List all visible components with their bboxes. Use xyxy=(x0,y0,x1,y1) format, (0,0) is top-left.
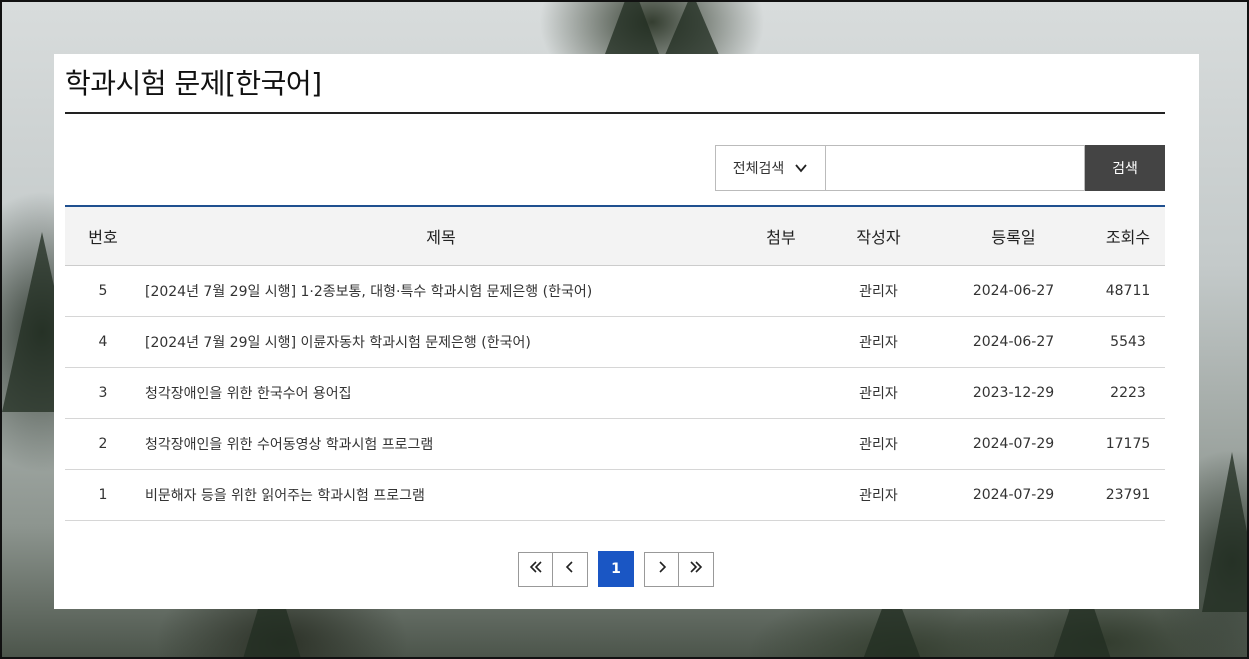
search-scope-label: 전체검색 xyxy=(732,161,785,177)
row-views: 5543 xyxy=(1091,316,1165,368)
header-views: 조회수 xyxy=(1091,206,1165,266)
row-views: 23791 xyxy=(1091,469,1165,521)
next-page-icon xyxy=(654,559,670,579)
row-date: 2023-12-29 xyxy=(936,367,1091,419)
last-page-button[interactable] xyxy=(679,551,714,587)
prev-page-icon xyxy=(562,559,578,579)
row-date: 2024-07-29 xyxy=(936,469,1091,521)
pagination: 1 xyxy=(518,551,714,587)
row-attach xyxy=(741,316,821,368)
prev-page-button[interactable] xyxy=(553,551,588,587)
header-no: 번호 xyxy=(65,206,141,266)
row-writer: 관리자 xyxy=(821,469,936,521)
row-no: 2 xyxy=(65,418,141,470)
post-table: 번호 제목 첨부 작성자 등록일 조회수 5 [2024년 7월 29일 시행]… xyxy=(65,205,1165,521)
next-page-button[interactable] xyxy=(644,551,679,587)
table-header-row: 번호 제목 첨부 작성자 등록일 조회수 xyxy=(65,206,1165,266)
table-row[interactable]: 5 [2024년 7월 29일 시행] 1·2종보통, 대형·특수 학과시험 문… xyxy=(65,265,1165,317)
tree-decoration xyxy=(1202,452,1247,612)
row-attach xyxy=(741,469,821,521)
header-writer: 작성자 xyxy=(821,206,936,266)
header-date: 등록일 xyxy=(936,206,1091,266)
table-row[interactable]: 3 청각장애인을 위한 한국수어 용어집 관리자 2023-12-29 2223 xyxy=(65,367,1165,419)
row-views: 48711 xyxy=(1091,265,1165,317)
row-date: 2024-07-29 xyxy=(936,418,1091,470)
tree-decoration xyxy=(662,2,722,62)
tree-decoration xyxy=(602,2,662,62)
row-no: 5 xyxy=(65,265,141,317)
row-attach xyxy=(741,367,821,419)
row-subject-link[interactable]: [2024년 7월 29일 시행] 이륜자동차 학과시험 문제은행 (한국어) xyxy=(141,316,741,368)
chevron-down-icon xyxy=(794,161,808,175)
row-writer: 관리자 xyxy=(821,316,936,368)
table-row[interactable]: 2 청각장애인을 위한 수어동영상 학과시험 프로그램 관리자 2024-07-… xyxy=(65,418,1165,470)
row-writer: 관리자 xyxy=(821,265,936,317)
row-attach xyxy=(741,418,821,470)
title-divider xyxy=(65,112,1165,114)
row-views: 17175 xyxy=(1091,418,1165,470)
row-writer: 관리자 xyxy=(821,367,936,419)
header-subject: 제목 xyxy=(141,206,741,266)
row-subject-link[interactable]: 청각장애인을 위한 한국수어 용어집 xyxy=(141,367,741,419)
header-attach: 첨부 xyxy=(741,206,821,266)
table-row[interactable]: 4 [2024년 7월 29일 시행] 이륜자동차 학과시험 문제은행 (한국어… xyxy=(65,316,1165,368)
row-no: 1 xyxy=(65,469,141,521)
table-row[interactable]: 1 비문해자 등을 위한 읽어주는 학과시험 프로그램 관리자 2024-07-… xyxy=(65,469,1165,521)
row-writer: 관리자 xyxy=(821,418,936,470)
first-page-button[interactable] xyxy=(518,551,553,587)
background-forest: 학과시험 문제[한국어] 전체검색 검색 번호 제목 첨부 작성자 등록일 조회… xyxy=(0,0,1249,659)
board-panel: 학과시험 문제[한국어] 전체검색 검색 번호 제목 첨부 작성자 등록일 조회… xyxy=(54,54,1199,609)
row-subject-link[interactable]: [2024년 7월 29일 시행] 1·2종보통, 대형·특수 학과시험 문제은… xyxy=(141,265,741,317)
search-input[interactable] xyxy=(825,145,1085,191)
row-attach xyxy=(741,265,821,317)
page-title: 학과시험 문제[한국어] xyxy=(65,67,322,100)
row-no: 4 xyxy=(65,316,141,368)
search-button[interactable]: 검색 xyxy=(1085,145,1165,191)
search-bar: 전체검색 검색 xyxy=(715,145,1165,191)
row-subject-link[interactable]: 비문해자 등을 위한 읽어주는 학과시험 프로그램 xyxy=(141,469,741,521)
row-views: 2223 xyxy=(1091,367,1165,419)
row-date: 2024-06-27 xyxy=(936,316,1091,368)
row-date: 2024-06-27 xyxy=(936,265,1091,317)
page-number-current[interactable]: 1 xyxy=(598,551,634,587)
first-page-icon xyxy=(528,559,544,579)
last-page-icon xyxy=(688,559,704,579)
search-scope-select[interactable]: 전체검색 xyxy=(715,145,825,191)
row-subject-link[interactable]: 청각장애인을 위한 수어동영상 학과시험 프로그램 xyxy=(141,418,741,470)
row-no: 3 xyxy=(65,367,141,419)
